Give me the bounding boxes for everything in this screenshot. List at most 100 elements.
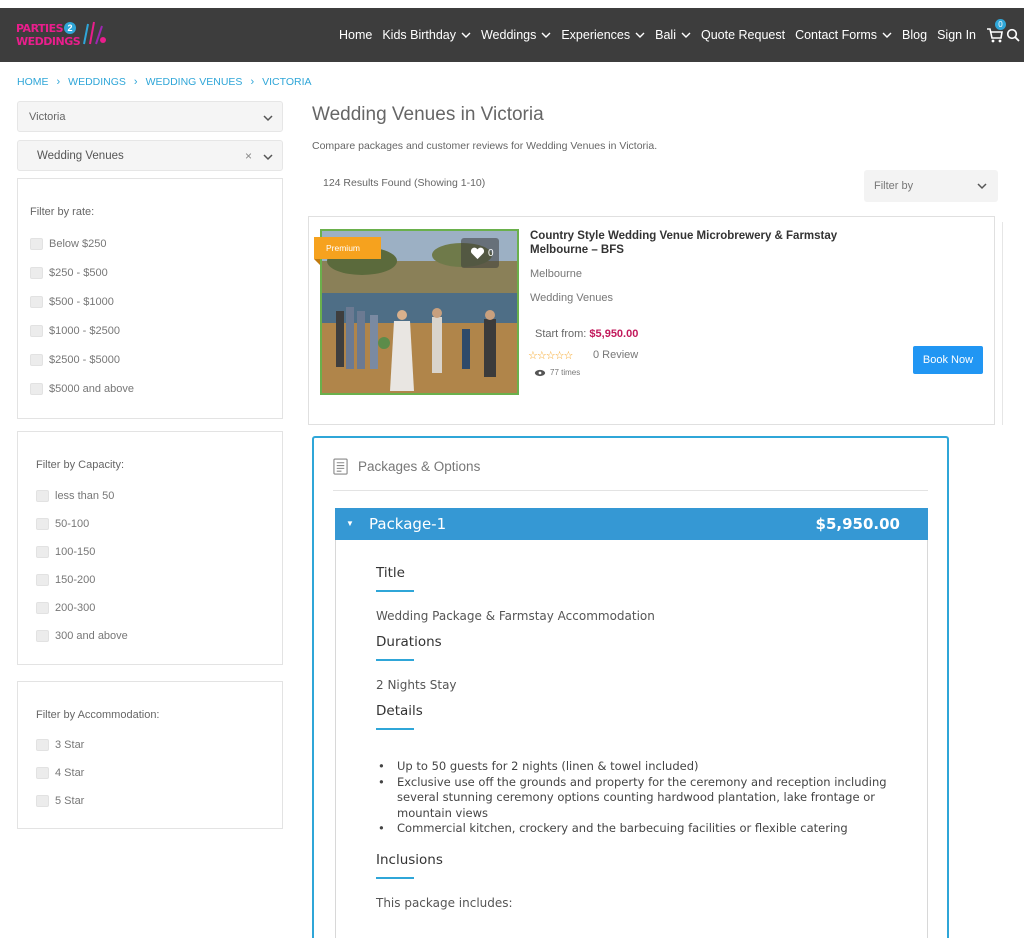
- checkbox[interactable]: [30, 267, 43, 279]
- filter-capacity-panel: Filter by Capacity: less than 50 50-100 …: [17, 431, 283, 665]
- breadcrumb-victoria[interactable]: VICTORIA: [262, 76, 311, 88]
- details-list: Up to 50 guests for 2 nights (linen & to…: [376, 759, 896, 837]
- capacity-option[interactable]: less than 50: [36, 490, 114, 502]
- section-title: Title: [376, 565, 405, 581]
- capacity-option-label: 300 and above: [55, 630, 128, 642]
- nav-contact-forms[interactable]: Contact Forms: [795, 28, 892, 42]
- nav-sign-in[interactable]: Sign In: [937, 28, 976, 42]
- package-duration-value: 2 Nights Stay: [376, 678, 457, 692]
- chevron-down-icon: [461, 32, 471, 38]
- accommodation-option[interactable]: 5 Star: [36, 795, 84, 807]
- start-price-value: $5,950.00: [589, 328, 639, 340]
- checkbox[interactable]: [36, 630, 49, 642]
- nav-blog[interactable]: Blog: [902, 28, 927, 42]
- rate-option-label: $5000 and above: [49, 383, 135, 395]
- package-accordion-header[interactable]: ▼ Package-1 $5,950.00: [335, 508, 928, 540]
- rate-option[interactable]: $5000 and above: [30, 383, 134, 395]
- clear-icon[interactable]: ×: [245, 149, 252, 163]
- nav-quote-request-label: Quote Request: [700, 28, 786, 42]
- nav-bali[interactable]: Bali: [655, 28, 691, 42]
- checkbox[interactable]: [30, 354, 43, 366]
- package-name: Package-1: [369, 515, 447, 533]
- checkbox[interactable]: [36, 767, 49, 779]
- results-count: 124 Results Found (Showing 1-10): [323, 177, 486, 189]
- location-select-value: Victoria: [29, 111, 66, 123]
- breadcrumb-home[interactable]: HOME: [17, 76, 49, 88]
- cart-button[interactable]: 0: [986, 19, 1006, 44]
- list-item: Commercial kitchen, crockery and the bar…: [376, 821, 896, 837]
- rate-option[interactable]: $2500 - $5000: [30, 354, 120, 366]
- location-select[interactable]: Victoria: [17, 101, 283, 132]
- checkbox[interactable]: [36, 739, 49, 751]
- view-count: 77 times: [534, 368, 580, 377]
- checkbox[interactable]: [36, 546, 49, 558]
- checkbox[interactable]: [36, 795, 49, 807]
- book-now-button[interactable]: Book Now: [913, 346, 983, 374]
- filter-by-select[interactable]: Filter by: [864, 170, 998, 202]
- chevron-down-icon: [977, 183, 987, 190]
- rate-option[interactable]: $1000 - $2500: [30, 325, 120, 337]
- checkbox[interactable]: [30, 238, 43, 250]
- breadcrumb-weddings[interactable]: WEDDINGS: [68, 76, 126, 88]
- nav-weddings-label: Weddings: [480, 28, 537, 42]
- checkbox[interactable]: [36, 602, 49, 614]
- packages-heading: Packages & Options: [333, 458, 480, 475]
- logo-line1: PARTIES: [16, 22, 64, 35]
- checkbox[interactable]: [36, 518, 49, 530]
- start-from-label: Start from:: [535, 328, 587, 340]
- rate-option-label: $500 - $1000: [49, 296, 114, 308]
- chevron-down-icon: [882, 32, 892, 38]
- listing-category: Wedding Venues: [530, 292, 613, 304]
- checkbox[interactable]: [30, 296, 43, 308]
- divider: [333, 490, 928, 491]
- capacity-option[interactable]: 150-200: [36, 574, 95, 586]
- nav-quote-request[interactable]: Quote Request: [701, 28, 785, 42]
- filter-by-label: Filter by: [874, 180, 914, 192]
- filter-capacity-title: Filter by Capacity:: [36, 459, 125, 471]
- chevron-down-icon: [635, 32, 645, 38]
- category-select[interactable]: Wedding Venues ×: [17, 140, 283, 171]
- package-title-value: Wedding Package & Farmstay Accommodation: [376, 609, 655, 623]
- rate-option[interactable]: $250 - $500: [30, 267, 108, 279]
- search-icon[interactable]: [1006, 28, 1020, 42]
- breadcrumb-separator-icon: ›: [250, 76, 255, 88]
- listing-title[interactable]: Country Style Wedding Venue Microbrewery…: [530, 229, 890, 257]
- nav-weddings[interactable]: Weddings: [481, 28, 551, 42]
- checkbox[interactable]: [36, 574, 49, 586]
- nav-home[interactable]: Home: [339, 28, 372, 42]
- capacity-option-label: 200-300: [55, 602, 96, 614]
- rate-option[interactable]: Below $250: [30, 238, 107, 250]
- eye-icon: [534, 369, 546, 376]
- nav-experiences[interactable]: Experiences: [561, 28, 645, 42]
- accommodation-option[interactable]: 4 Star: [36, 767, 84, 779]
- nav-kids-birthday[interactable]: Kids Birthday: [382, 28, 471, 42]
- package-body: [335, 540, 928, 938]
- document-icon: [333, 458, 348, 475]
- favorite-button[interactable]: 0: [461, 238, 499, 268]
- nav-experiences-label: Experiences: [561, 28, 631, 42]
- site-logo[interactable]: PARTIES 2 WEDDINGS: [16, 18, 112, 54]
- site-header: PARTIES 2 WEDDINGS Home Kids Birthday We…: [0, 8, 1024, 62]
- heart-icon: [470, 247, 485, 260]
- rating-stars: ☆☆☆☆☆: [528, 350, 573, 362]
- nav-kids-birthday-label: Kids Birthday: [382, 28, 456, 42]
- review-count[interactable]: 0 Review: [593, 349, 638, 361]
- capacity-option-label: 150-200: [55, 574, 96, 586]
- accommodation-option[interactable]: 3 Star: [36, 739, 84, 751]
- rate-option-label: Below $250: [49, 238, 107, 250]
- checkbox[interactable]: [30, 325, 43, 337]
- checkbox[interactable]: [36, 490, 49, 502]
- capacity-option[interactable]: 200-300: [36, 602, 95, 614]
- capacity-option[interactable]: 300 and above: [36, 630, 128, 642]
- rate-option[interactable]: $500 - $1000: [30, 296, 114, 308]
- breadcrumb-wedding-venues[interactable]: WEDDING VENUES: [146, 76, 243, 88]
- capacity-option[interactable]: 50-100: [36, 518, 89, 530]
- filter-rate-panel: Filter by rate: Below $250 $250 - $500 $…: [17, 178, 283, 419]
- checkbox[interactable]: [30, 383, 43, 395]
- rate-option-label: $1000 - $2500: [49, 325, 120, 337]
- breadcrumb-separator-icon: ›: [56, 76, 61, 88]
- capacity-option[interactable]: 100-150: [36, 546, 95, 558]
- premium-badge: Premium: [314, 237, 381, 265]
- inclusions-value: This package includes:: [376, 896, 513, 910]
- list-item: Exclusive use off the grounds and proper…: [376, 775, 896, 822]
